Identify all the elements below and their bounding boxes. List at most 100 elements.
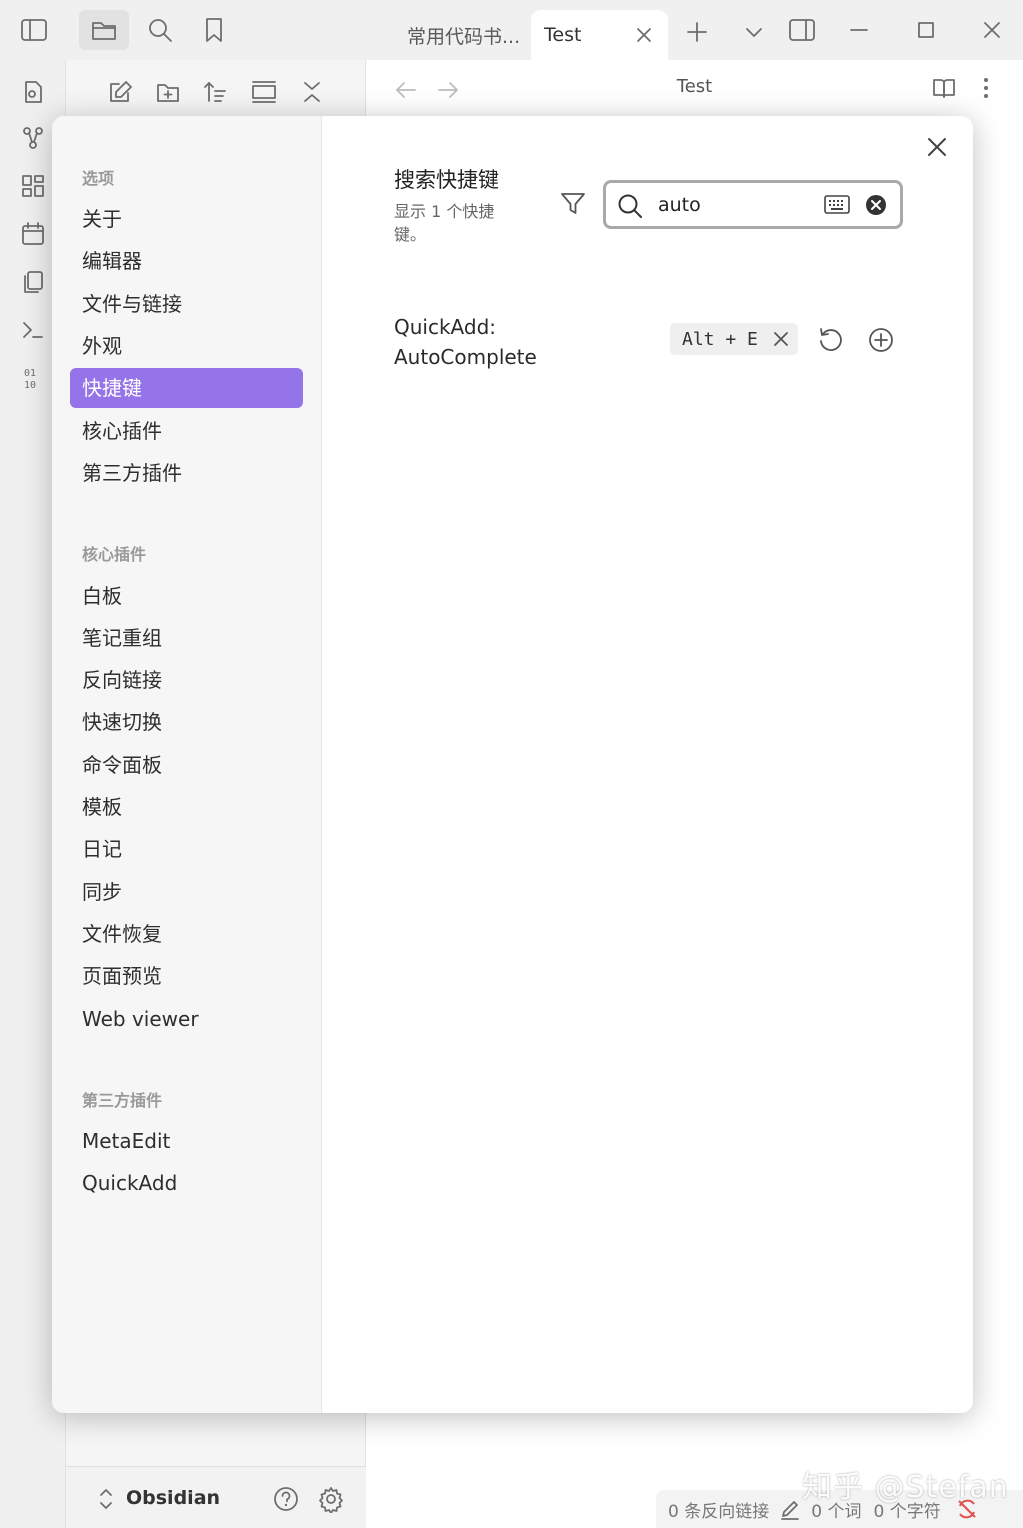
tab-close-button[interactable]: [634, 25, 654, 45]
gear-icon: [319, 1487, 343, 1513]
nav-item-page-preview[interactable]: 页面预览: [70, 956, 303, 996]
collapse-all-button[interactable]: [292, 72, 332, 112]
nav-item-command-palette[interactable]: 命令面板: [70, 745, 303, 785]
hotkey-search-input[interactable]: [658, 190, 818, 220]
nav-item-about[interactable]: 关于: [70, 199, 303, 239]
nav-item-canvas[interactable]: 白板: [70, 576, 303, 616]
new-note-button[interactable]: [101, 72, 141, 112]
clear-search-button[interactable]: [865, 194, 887, 216]
svg-text:01: 01: [24, 368, 36, 379]
close-icon: [984, 22, 1000, 38]
sidebar-toggle-button[interactable]: [14, 10, 54, 50]
nav-group-options-title: 选项: [82, 169, 115, 188]
svg-text:10: 10: [24, 380, 36, 391]
daily-note-button[interactable]: [13, 214, 53, 254]
open-quick-switcher-button[interactable]: [13, 72, 53, 112]
hotkey-command-name: QuickAdd: AutoComplete: [394, 312, 537, 372]
nav-item-core-plugins[interactable]: 核心插件: [70, 411, 303, 451]
command-palette-button[interactable]: [13, 310, 53, 350]
title-bar: 常用代码书... Test: [0, 0, 1023, 60]
new-folder-icon: [157, 84, 179, 102]
hotkey-binding-chip: Alt + E: [670, 323, 798, 355]
chevron-down-icon: [746, 28, 762, 37]
nav-item-quickadd[interactable]: QuickAdd: [70, 1163, 303, 1203]
collapse-icon: [304, 82, 320, 102]
file-search-icon: [25, 81, 42, 103]
tab-label: 常用代码书...: [407, 25, 521, 48]
canvas-button[interactable]: [13, 166, 53, 206]
nav-item-web-viewer[interactable]: Web viewer: [70, 999, 303, 1039]
tab-inactive[interactable]: 常用代码书...: [380, 10, 525, 60]
add-hotkey-button[interactable]: [867, 326, 895, 354]
nav-item-file-recovery[interactable]: 文件恢复: [70, 914, 303, 954]
nav-item-note-composer[interactable]: 笔记重组: [70, 618, 303, 658]
tab-active[interactable]: Test: [531, 10, 668, 60]
maximize-button[interactable]: [906, 10, 946, 50]
folder-icon: [92, 22, 116, 40]
close-icon: [774, 332, 788, 346]
nav-item-quick-switcher[interactable]: 快速切换: [70, 702, 303, 742]
right-sidebar-toggle-button[interactable]: [782, 10, 822, 50]
search-tab-button[interactable]: [140, 10, 180, 50]
reading-view-button[interactable]: [924, 68, 964, 108]
minimize-icon: [850, 29, 868, 31]
record-hotkey-button[interactable]: [823, 193, 851, 217]
window-close-button[interactable]: [972, 10, 1012, 50]
files-tab-button[interactable]: [79, 10, 129, 50]
filter-button[interactable]: [557, 188, 589, 220]
hotkey-search-field: [603, 180, 903, 229]
sort-button[interactable]: [195, 72, 235, 112]
terminal-icon: [23, 322, 43, 338]
nav-item-community-plugins[interactable]: 第三方插件: [70, 453, 303, 493]
bookmark-icon: [206, 18, 222, 42]
modal-close-button[interactable]: [922, 132, 952, 162]
add-circle-icon: [869, 328, 893, 352]
bookmarks-tab-button[interactable]: [194, 10, 234, 50]
binary-icon: 0110: [24, 368, 36, 391]
settings-button[interactable]: [311, 1479, 351, 1519]
new-folder-button[interactable]: [148, 72, 188, 112]
nav-item-editor[interactable]: 编辑器: [70, 241, 303, 281]
minimize-button[interactable]: [839, 10, 879, 50]
templates-button[interactable]: [13, 262, 53, 302]
auto-reveal-button[interactable]: [244, 72, 284, 112]
remove-hotkey-button[interactable]: [772, 330, 790, 348]
more-options-button[interactable]: [966, 68, 1006, 108]
calendar-icon: [22, 222, 44, 245]
close-icon: [637, 28, 651, 42]
nav-item-appearance[interactable]: 外观: [70, 326, 303, 366]
nav-item-daily-notes[interactable]: 日记: [70, 829, 303, 869]
keyboard-icon: [824, 195, 850, 214]
vault-name[interactable]: Obsidian: [126, 1487, 220, 1509]
vault-switcher-button[interactable]: [86, 1479, 126, 1519]
edit-mode-icon[interactable]: [779, 1498, 801, 1520]
hotkey-search-title: 搜索快捷键: [394, 168, 499, 192]
sort-icon: [204, 82, 226, 102]
settings-nav: 选项 关于 编辑器 文件与链接 外观 快捷键 核心插件 第三方插件 核心插件 白…: [52, 116, 322, 1413]
layout-dashboard-icon: [22, 175, 44, 197]
help-icon: [274, 1487, 298, 1511]
reveal-icon: [252, 81, 276, 103]
nav-item-metaedit[interactable]: MetaEdit: [70, 1121, 303, 1161]
tab-list-button[interactable]: [734, 12, 774, 52]
search-icon: [616, 192, 644, 220]
restore-default-button[interactable]: [817, 326, 845, 354]
copy-icon: [24, 271, 43, 293]
graph-view-button[interactable]: [13, 118, 53, 158]
hotkey-binding-text: Alt + E: [682, 328, 758, 350]
sidebar-right-icon: [789, 19, 815, 41]
new-tab-button[interactable]: [677, 12, 717, 52]
binary-button[interactable]: 01 10: [13, 358, 53, 398]
backlinks-count[interactable]: 0 条反向链接: [668, 1497, 769, 1522]
sidebar-toggle-icon: [21, 19, 47, 41]
book-open-icon: [933, 79, 955, 98]
nav-item-sync[interactable]: 同步: [70, 872, 303, 912]
nav-item-templates[interactable]: 模板: [70, 787, 303, 827]
nav-item-files-links[interactable]: 文件与链接: [70, 284, 303, 324]
nav-item-hotkeys[interactable]: 快捷键: [70, 368, 303, 408]
restore-icon: [820, 328, 842, 351]
nav-item-backlinks[interactable]: 反向链接: [70, 660, 303, 700]
vault-bar: Obsidian: [66, 1466, 366, 1528]
help-button[interactable]: [266, 1479, 306, 1519]
nav-group-community-title: 第三方插件: [82, 1091, 163, 1110]
